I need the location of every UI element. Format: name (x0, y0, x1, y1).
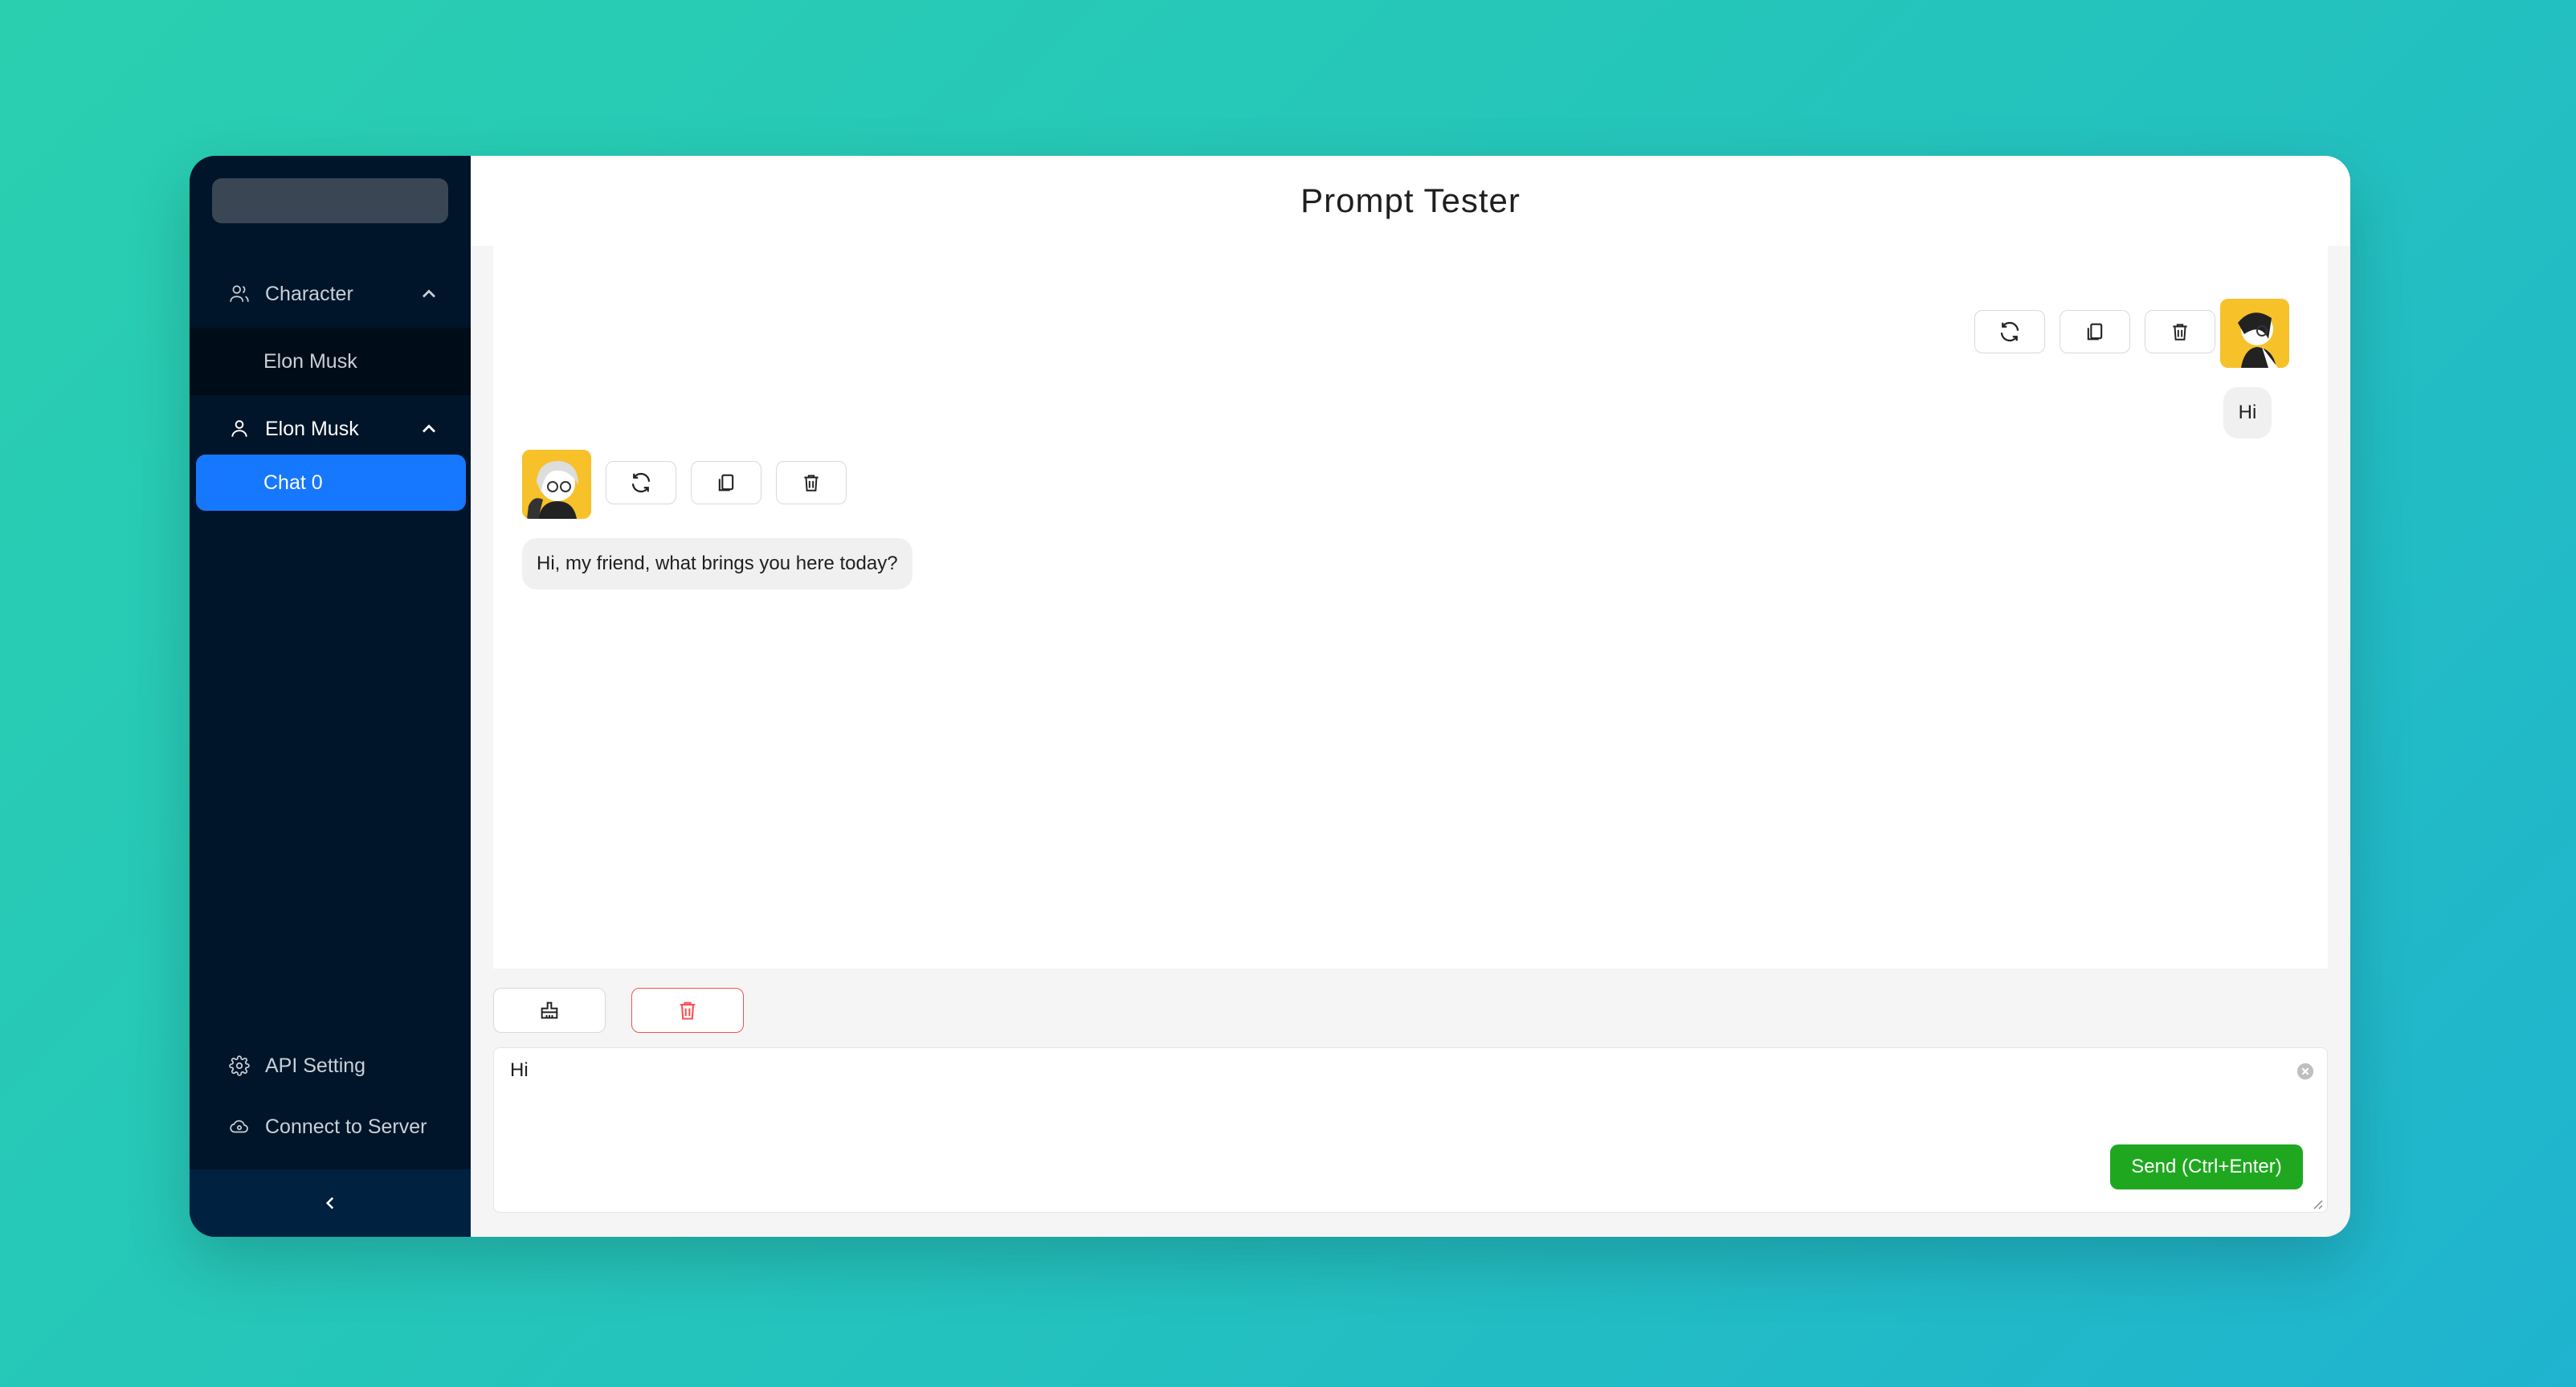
message-text: Hi, my friend, what brings you here toda… (537, 553, 898, 574)
clear-input-icon[interactable] (2296, 1063, 2314, 1080)
chat-area[interactable]: Hi Hi, my friend, what brings you here t… (493, 246, 2328, 969)
delete-button[interactable] (2145, 310, 2215, 353)
user-icon (227, 416, 252, 442)
sidebar-item-label: Elon Musk (263, 349, 357, 373)
sidebar-group-label: Elon Musk (265, 417, 359, 440)
regenerate-button[interactable] (1974, 310, 2045, 353)
chevron-up-icon (423, 424, 435, 433)
app-window: Character Elon Musk Elon Musk Chat 0 API… (190, 156, 2350, 1237)
sidebar-group-elon-musk[interactable]: Elon Musk (190, 395, 471, 463)
page-title: Prompt Tester (471, 156, 2350, 246)
sidebar-collapse-button[interactable] (190, 1169, 471, 1237)
broom-icon (541, 1001, 558, 1019)
chevron-up-icon (423, 289, 435, 298)
sidebar-group-label: Character (265, 282, 353, 305)
sidebar-item-label: Chat 0 (263, 471, 323, 494)
sidebar-item-label: API Setting (265, 1054, 366, 1077)
sidebar-item-chat-0[interactable]: Chat 0 (196, 455, 466, 511)
chevron-left-icon (325, 1197, 334, 1210)
sidebar-group-character[interactable]: Character (190, 260, 471, 328)
resize-grip-icon[interactable] (2311, 1197, 2324, 1210)
delete-icon (2173, 324, 2187, 341)
regenerate-button[interactable] (606, 461, 676, 504)
user-message-actions (1974, 310, 2215, 353)
assistant-avatar (522, 450, 591, 519)
message-text: Hi (2238, 402, 2257, 423)
message-input[interactable]: Hi Send (Ctrl+Enter) (493, 1047, 2328, 1213)
assistant-message-actions (606, 461, 847, 504)
cloud-icon (227, 1114, 252, 1140)
send-button[interactable]: Send (Ctrl+Enter) (2110, 1144, 2303, 1189)
logo-placeholder (212, 178, 448, 223)
delete-all-button[interactable] (631, 988, 744, 1033)
main-panel: Prompt Tester Hi Hi, my friend, what bri… (471, 156, 2350, 1237)
sidebar-item-connect-server[interactable]: Connect to Server (190, 1099, 471, 1155)
sidebar-item-label: Connect to Server (265, 1115, 427, 1138)
assistant-message-bubble: Hi, my friend, what brings you here toda… (522, 538, 912, 589)
clear-context-button[interactable] (493, 988, 606, 1033)
refresh-icon (2000, 321, 2019, 342)
sidebar-item-elon-musk[interactable]: Elon Musk (190, 328, 471, 395)
user-avatar (2220, 299, 2289, 368)
copy-icon (718, 474, 734, 492)
users-icon (227, 281, 252, 307)
refresh-icon (631, 472, 651, 493)
user-message-bubble: Hi (2223, 387, 2272, 439)
delete-icon (680, 1001, 696, 1020)
delete-button[interactable] (776, 461, 847, 504)
delete-icon (804, 475, 819, 492)
sidebar: Character Elon Musk Elon Musk Chat 0 API… (190, 156, 471, 1237)
sidebar-item-api-setting[interactable]: API Setting (190, 1038, 471, 1094)
copy-icon (2087, 323, 2103, 341)
copy-button[interactable] (691, 461, 761, 504)
copy-button[interactable] (2060, 310, 2130, 353)
message-input-value[interactable]: Hi (510, 1059, 529, 1082)
gear-icon (227, 1053, 252, 1079)
